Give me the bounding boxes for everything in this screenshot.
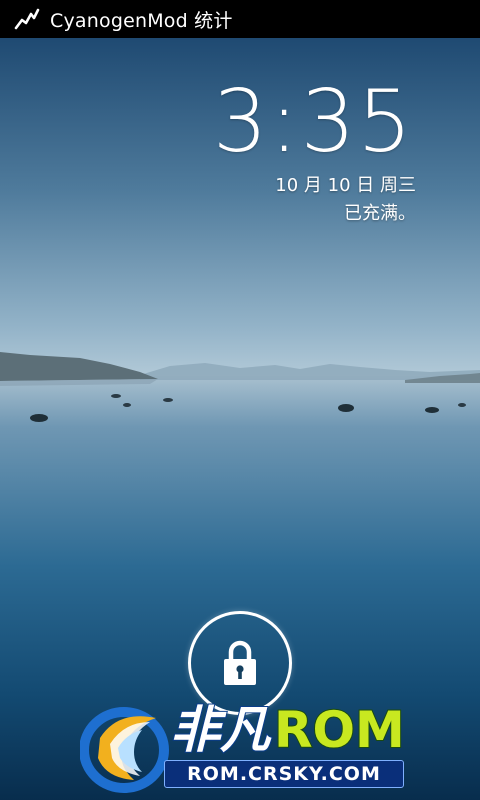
- lockscreen: CyanogenMod 统计 3:35 10 月 10 日 周三 已充满。 非凡…: [0, 0, 480, 800]
- lock-icon: [224, 640, 256, 685]
- stats-graph-icon: [14, 8, 40, 30]
- charging-status: 已充满。: [344, 203, 416, 224]
- watermark-logo: 非凡ROM ROM.CRSKY.COM: [80, 700, 410, 800]
- notification-title: CyanogenMod 统计: [50, 9, 233, 32]
- watermark-brand: 非凡ROM: [169, 701, 406, 759]
- watermark-brand-rom: ROM: [273, 701, 406, 759]
- status-bar: CyanogenMod 统计: [0, 0, 480, 38]
- watermark-brand-cn: 非凡: [169, 701, 271, 759]
- lockscreen-date: 10 月 10 日 周三: [275, 175, 416, 196]
- lockscreen-clock: 3:35: [212, 72, 414, 172]
- watermark-url: ROM.CRSKY.COM: [164, 760, 404, 788]
- crsky-swirl-logo: [80, 707, 169, 793]
